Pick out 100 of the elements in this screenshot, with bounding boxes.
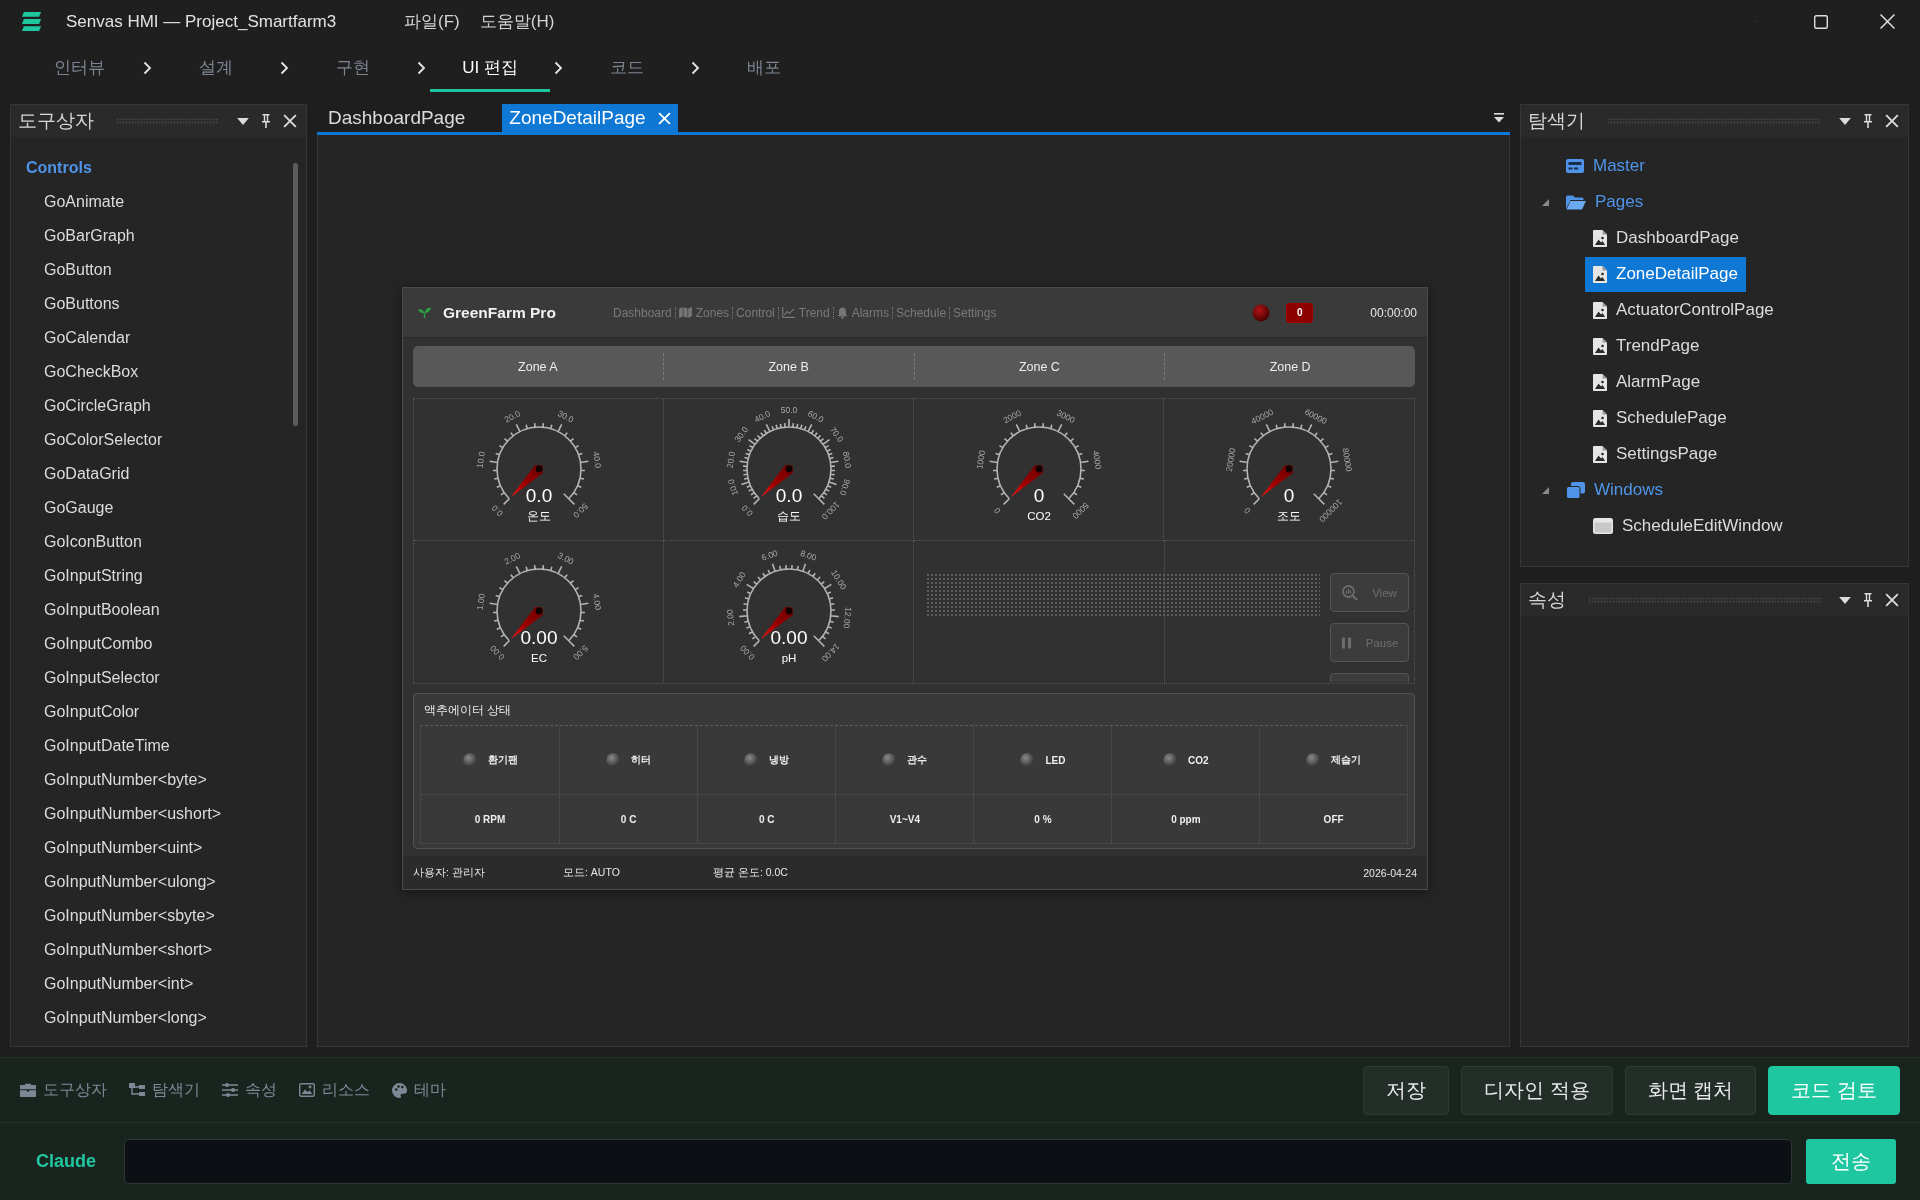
- toolbox-item[interactable]: GoInputNumber<short>: [44, 933, 213, 967]
- drag-handle[interactable]: [1588, 596, 1821, 604]
- scrollbar-thumb[interactable]: [293, 163, 298, 426]
- action-button[interactable]: 디자인 적용: [1461, 1065, 1613, 1115]
- close-icon[interactable]: [1885, 593, 1899, 607]
- tree-item[interactable]: SettingsPage: [1585, 436, 1726, 472]
- pin-icon[interactable]: [261, 114, 271, 128]
- dock-tab[interactable]: 속성: [222, 1079, 277, 1101]
- zone-tab[interactable]: Zone B: [663, 346, 914, 387]
- toolbox-item[interactable]: GoInputNumber<int>: [44, 967, 194, 1001]
- dock-tab[interactable]: 도구상자: [20, 1079, 107, 1101]
- dropdown-icon[interactable]: [237, 117, 249, 125]
- step-tab[interactable]: 설계: [156, 43, 276, 92]
- toolbox-item[interactable]: GoInputNumber<ushort>: [44, 797, 221, 831]
- chat-input[interactable]: [124, 1139, 1792, 1184]
- gauge-scale-label: 2.00: [724, 608, 736, 627]
- step-tab[interactable]: 배포: [704, 43, 824, 92]
- tree-item[interactable]: ZoneDetailPage: [1585, 256, 1746, 292]
- gauge-label: 습도: [776, 509, 801, 522]
- toolbox-item[interactable]: GoInputCombo: [44, 627, 153, 661]
- toolbox-item[interactable]: GoCircleGraph: [44, 389, 151, 423]
- dock-tab[interactable]: 테마: [392, 1079, 446, 1101]
- image-file-icon: [1593, 337, 1607, 355]
- step-tab[interactable]: 구현: [293, 43, 413, 92]
- line-chart-icon: [781, 307, 795, 318]
- toolbox-item[interactable]: GoInputNumber<ulong>: [44, 865, 216, 899]
- gauge-scale-label: 0.0: [739, 502, 755, 518]
- actuator-value: 0 ppm: [1171, 813, 1201, 825]
- pin-icon[interactable]: [1863, 593, 1873, 607]
- expanded-caret-icon[interactable]: [1541, 486, 1549, 494]
- toolbox-item[interactable]: GoIconButton: [44, 525, 142, 559]
- actuator-name: 히터: [631, 753, 652, 767]
- gauge-scale-label: 10.0: [474, 450, 487, 469]
- toolbox-item[interactable]: GoInputDateTime: [44, 729, 170, 763]
- close-icon[interactable]: [283, 114, 297, 128]
- toolbox-item[interactable]: GoGauge: [44, 491, 114, 525]
- tree-item[interactable]: TrendPage: [1585, 328, 1708, 364]
- tree-item[interactable]: AlarmPage: [1585, 364, 1709, 400]
- pin-icon[interactable]: [1863, 114, 1873, 128]
- toolbox-item[interactable]: GoCheckBox: [44, 355, 139, 389]
- zone-tab[interactable]: Zone D: [1165, 346, 1415, 387]
- gauge-scale-label: 50.0: [780, 404, 797, 415]
- document-tab[interactable]: DashboardPage: [321, 104, 473, 132]
- overflow-dropdown-icon[interactable]: [1493, 113, 1505, 123]
- gauge-label: pH: [781, 652, 796, 664]
- tree-item[interactable]: Windows: [1558, 472, 1671, 508]
- toolbox-item[interactable]: GoInputNumber<uint>: [44, 831, 203, 865]
- toolbox-item[interactable]: GoInputNumber<long>: [44, 1001, 207, 1035]
- status-text: 모드: AUTO: [563, 865, 620, 880]
- tree-item[interactable]: Pages: [1558, 184, 1652, 220]
- close-icon[interactable]: [1885, 114, 1899, 128]
- menu-item[interactable]: 파일(F): [404, 10, 460, 33]
- document-tab[interactable]: ZoneDetailPage: [502, 104, 678, 132]
- dock-tab[interactable]: 탐색기: [129, 1079, 200, 1101]
- toolbox-item[interactable]: GoCalendar: [44, 321, 131, 355]
- toolbox-item[interactable]: GoBarGraph: [44, 219, 135, 253]
- gauge-value: 0: [1033, 484, 1044, 506]
- step-tab[interactable]: UI 편집: [430, 43, 550, 92]
- tree-item[interactable]: ActuatorControlPage: [1585, 292, 1782, 328]
- tree-item[interactable]: SchedulePage: [1585, 400, 1735, 436]
- dock-tab[interactable]: 리소스: [299, 1079, 370, 1101]
- gauge-scale-label: 0.0: [489, 502, 505, 518]
- dropdown-icon[interactable]: [1839, 117, 1851, 125]
- gauge-scale-label: 10.0: [725, 477, 740, 497]
- gauge-label: CO2: [1026, 509, 1051, 522]
- zone-tab[interactable]: Zone A: [413, 346, 663, 387]
- app-title: GreenFarm Pro: [443, 303, 556, 322]
- step-tab[interactable]: 인터뷰: [19, 43, 139, 92]
- expanded-caret-icon[interactable]: [1541, 198, 1549, 206]
- toolbox-item[interactable]: GoAnimate: [44, 185, 125, 219]
- open-folder-icon: [1566, 194, 1586, 210]
- toolbox-item[interactable]: GoInputNumber<sbyte>: [44, 899, 215, 933]
- tree-item[interactable]: ScheduleEditWindow: [1585, 508, 1791, 544]
- layers-logo-icon: [21, 11, 42, 32]
- sliders-icon: [222, 1083, 238, 1097]
- toolbox-item[interactable]: GoInputColor: [44, 695, 140, 729]
- toolbox-item[interactable]: GoButton: [44, 253, 112, 287]
- image-file-icon: [1593, 301, 1607, 319]
- stacked-windows-icon: [1566, 481, 1585, 499]
- dropdown-icon[interactable]: [1839, 596, 1851, 604]
- toolbox-item[interactable]: GoInputString: [44, 559, 143, 593]
- toolbox-item[interactable]: GoColorSelector: [44, 423, 163, 457]
- toolbox-item[interactable]: GoButtons: [44, 287, 120, 321]
- menu-item[interactable]: 도움말(H): [479, 10, 555, 33]
- drag-handle[interactable]: [116, 117, 219, 125]
- toolbox-item[interactable]: GoDataGrid: [44, 457, 130, 491]
- gauge-scale-label: 1000: [973, 449, 987, 470]
- zone-tab[interactable]: Zone C: [914, 346, 1165, 387]
- tree-item[interactable]: Master: [1558, 148, 1653, 184]
- drag-handle[interactable]: [1607, 117, 1821, 125]
- step-tab[interactable]: 코드: [567, 43, 687, 92]
- toolbox-category[interactable]: Controls: [26, 151, 92, 185]
- gauge-scale-label: 60.0: [805, 407, 825, 425]
- toolbox-item[interactable]: GoInputNumber<byte>: [44, 763, 207, 797]
- close-icon: [1879, 14, 1895, 29]
- toolbox-item[interactable]: GoInputSelector: [44, 661, 160, 695]
- toolbox-item[interactable]: GoInputBoolean: [44, 593, 160, 627]
- action-button[interactable]: 저장: [1363, 1065, 1450, 1115]
- action-button[interactable]: 화면 캡처: [1624, 1065, 1757, 1115]
- tree-item[interactable]: DashboardPage: [1585, 220, 1747, 256]
